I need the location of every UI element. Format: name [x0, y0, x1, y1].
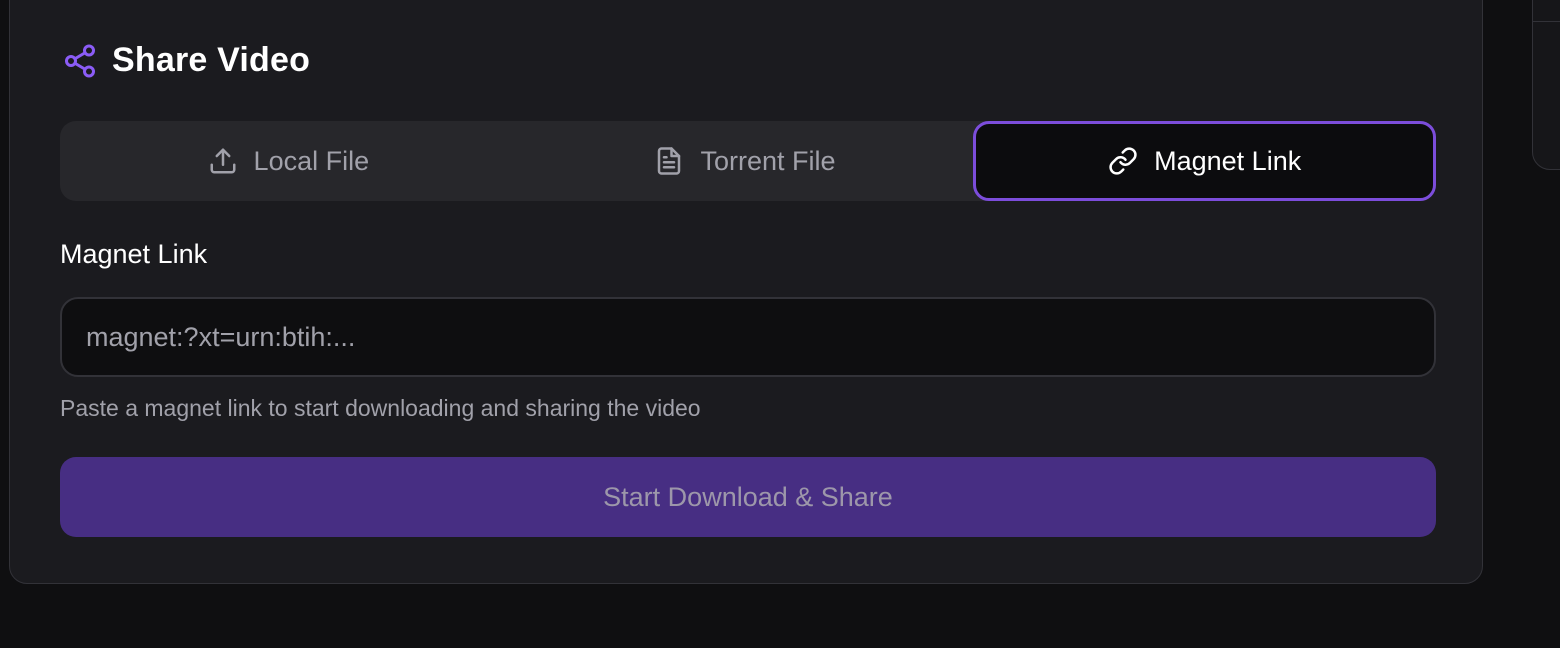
tab-local-file[interactable]: Local File [60, 121, 517, 201]
tab-torrent-file[interactable]: Torrent File [517, 121, 974, 201]
share-icon [62, 43, 98, 79]
tab-magnet-link[interactable]: Magnet Link [973, 121, 1437, 201]
tab-label: Local File [253, 145, 370, 176]
share-video-card: Share Video Local File Torrent File Magn… [9, 0, 1483, 584]
file-text-icon [654, 146, 684, 176]
upload-icon [208, 146, 238, 176]
magnet-link-input[interactable] [62, 299, 1434, 375]
magnet-link-label: Magnet Link [60, 239, 208, 269]
side-panel-divider [1533, 21, 1560, 22]
tab-label: Torrent File [700, 145, 836, 176]
magnet-link-hint: Paste a magnet link to start downloading… [60, 395, 701, 421]
card-header: Share Video [62, 41, 310, 80]
tab-label: Magnet Link [1154, 145, 1302, 176]
side-panel [1532, 0, 1560, 170]
start-download-share-button[interactable]: Start Download & Share [60, 457, 1436, 537]
link-icon [1108, 146, 1138, 176]
card-title: Share Video [112, 41, 311, 79]
page: Share Video Local File Torrent File Magn… [0, 0, 1560, 648]
magnet-link-input-wrapper [60, 297, 1436, 377]
source-tabs: Local File Torrent File Magnet Link [60, 121, 1437, 201]
